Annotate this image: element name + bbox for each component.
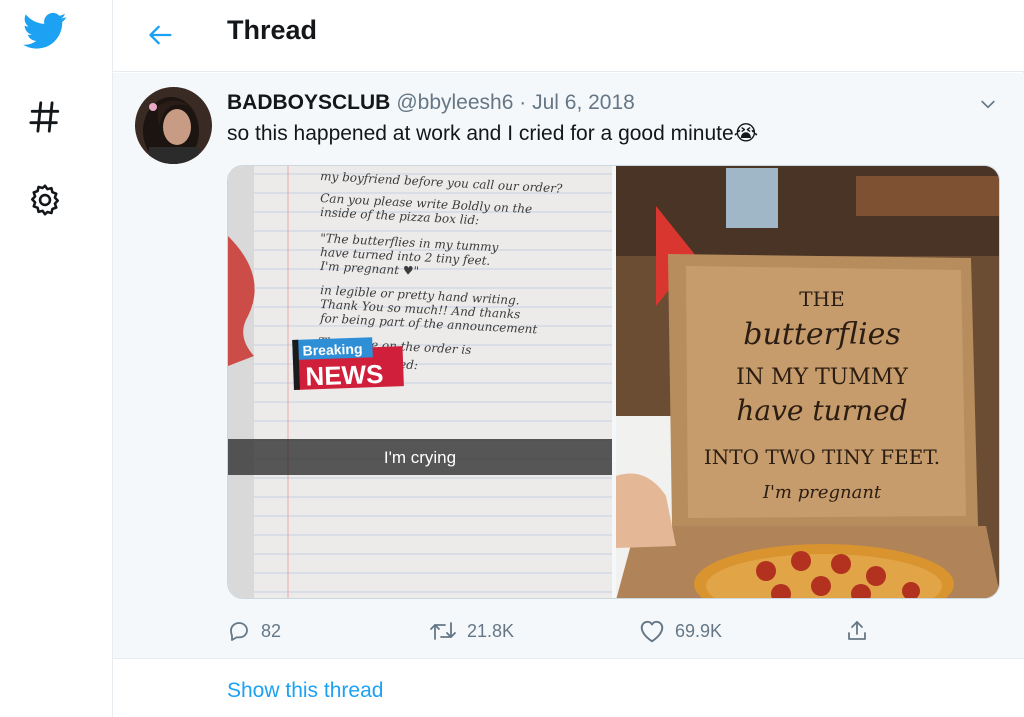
- retweet-button[interactable]: 21.8K: [429, 613, 514, 649]
- show-thread-row: Show this thread: [113, 658, 1024, 717]
- share-button[interactable]: [845, 613, 869, 649]
- separator-dot: ·: [519, 91, 527, 114]
- photo-pizza-box[interactable]: THE butterflies IN MY TUMMY have turned INTO…: [616, 166, 999, 598]
- sidebar: [0, 0, 112, 717]
- back-button[interactable]: [141, 15, 181, 55]
- tweet-text: so this happened at work and I cried for…: [227, 122, 759, 145]
- news-label: NEWS: [305, 359, 384, 392]
- tweet-media: my boyfriend before you call our order? C…: [227, 165, 1000, 599]
- retweet-count: 21.8K: [467, 620, 515, 641]
- reply-button[interactable]: 82: [227, 613, 281, 649]
- box-lettering-line: INTO TWO TINY FEET.: [704, 445, 940, 469]
- photo-handwritten-note[interactable]: my boyfriend before you call our order? C…: [228, 166, 612, 598]
- user-handle[interactable]: @bbyleesh6: [396, 91, 513, 114]
- show-thread-link[interactable]: Show this thread: [227, 679, 383, 703]
- tweet-date[interactable]: Jul 6, 2018: [532, 91, 635, 114]
- header: Thread: [113, 0, 1024, 72]
- retweet-icon: [430, 622, 456, 640]
- box-lettering-line: IN MY TUMMY: [736, 365, 908, 390]
- box-lettering-line: THE: [799, 287, 844, 311]
- box-lettering-line: have turned: [736, 394, 907, 427]
- reply-icon: [230, 622, 248, 641]
- box-lettering-line: I'm pregnant: [762, 482, 882, 503]
- like-count: 69.9K: [675, 620, 723, 641]
- chevron-down-icon[interactable]: [975, 91, 1001, 117]
- avatar[interactable]: [135, 87, 212, 164]
- tweet[interactable]: BADBOYSCLUB @bbyleesh6 · Jul 6, 2018 so t…: [113, 73, 1024, 658]
- box-lettering-line: butterflies: [743, 317, 901, 352]
- tweet-header: BADBOYSCLUB @bbyleesh6 · Jul 6, 2018: [227, 91, 635, 115]
- snap-caption: I'm crying: [384, 448, 456, 467]
- page-title: Thread: [227, 15, 318, 45]
- like-button[interactable]: 69.9K: [639, 613, 722, 649]
- reply-count: 82: [261, 620, 282, 641]
- tweet-actions: 82 21.8K 69.9K: [227, 613, 877, 649]
- gear-settings-icon[interactable]: [22, 177, 68, 223]
- main-column: Thread BADBOYSCLUB @bbyleesh6 · Jul 6, 20…: [112, 0, 1024, 717]
- heart-icon: [640, 620, 664, 643]
- arrow-left-icon: [149, 25, 172, 45]
- display-name[interactable]: BADBOYSCLUB: [227, 91, 390, 114]
- breaking-label: Breaking: [302, 341, 362, 359]
- twitter-bird-icon[interactable]: [22, 10, 68, 52]
- share-icon: [848, 621, 866, 640]
- hashtag-explore-icon[interactable]: [22, 94, 68, 140]
